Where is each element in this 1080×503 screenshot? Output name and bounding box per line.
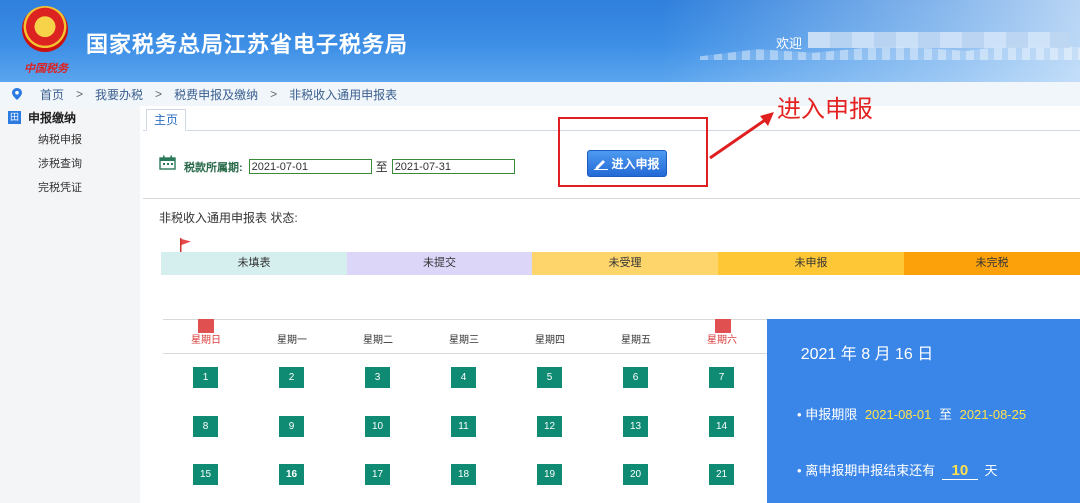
tax-emblem-icon xyxy=(22,6,68,52)
weekday-tuesday: 星期二 xyxy=(363,335,393,346)
calendar-day[interactable]: 6 xyxy=(623,367,648,388)
calendar-day[interactable]: 9 xyxy=(279,416,304,437)
sidebar-item-tax-certificate[interactable]: 完税凭证 xyxy=(0,176,140,200)
calendar-day[interactable]: 13 xyxy=(623,416,648,437)
deadline-end: 2021-08-25 xyxy=(959,407,1027,422)
weekday-saturday: 星期六 xyxy=(707,335,737,346)
remaining-days-row: • 离申报期申报结束还有 10 天 xyxy=(797,460,997,480)
calendar-day[interactable]: 7 xyxy=(709,367,734,388)
calendar-day[interactable]: 17 xyxy=(365,464,390,485)
calendar-day[interactable]: 18 xyxy=(451,464,476,485)
weekday-wednesday: 星期三 xyxy=(449,335,479,346)
breadcrumb-tax-tasks[interactable]: 我要办税 xyxy=(95,86,143,103)
annotation-label: 进入申报 xyxy=(777,95,873,123)
status-step-not-accepted: 未受理 xyxy=(532,252,718,275)
status-progress-bar: 未填表 未提交 未受理 未申报 未完税 xyxy=(161,252,1080,275)
breadcrumb-home[interactable]: 首页 xyxy=(40,86,64,103)
sidebar: 田 申报缴纳 纳税申报 涉税查询 完税凭证 xyxy=(0,106,140,503)
status-step-not-paid: 未完税 xyxy=(904,252,1080,275)
masked-username xyxy=(808,32,1070,48)
tax-period-label: 税款所属期: xyxy=(184,161,243,174)
remaining-days-value: 10 xyxy=(941,462,978,480)
weekday-sunday: 星期日 xyxy=(191,335,221,346)
site-title: 国家税务总局江苏省电子税务局 xyxy=(86,32,409,57)
status-step-label: 未完税 xyxy=(975,257,1009,269)
calendar-day[interactable]: 11 xyxy=(451,416,476,437)
site-header: 中国税务 国家税务总局江苏省电子税务局 欢迎 xyxy=(0,0,1080,82)
sidebar-item-tax-filing[interactable]: 纳税申报 xyxy=(0,128,140,152)
calendar-day-today[interactable]: 16 xyxy=(279,464,304,485)
breadcrumb-separator: > xyxy=(76,87,84,101)
calendar-day[interactable]: 12 xyxy=(537,416,562,437)
sidebar-section-label: 申报缴纳 xyxy=(28,110,77,125)
status-step-label: 未提交 xyxy=(423,257,456,269)
edit-icon xyxy=(594,159,609,170)
location-pin-icon xyxy=(12,88,22,100)
calendar-day[interactable]: 8 xyxy=(193,416,218,437)
bullet-icon: • xyxy=(797,407,802,422)
calendar-day[interactable]: 2 xyxy=(279,367,304,388)
breadcrumb-separator: > xyxy=(155,87,163,101)
calendar-day[interactable]: 1 xyxy=(193,367,218,388)
welcome-text: 欢迎 xyxy=(776,36,803,51)
status-step-label: 未申报 xyxy=(794,257,828,269)
calendar-day[interactable]: 21 xyxy=(709,464,734,485)
status-step-not-declared: 未申报 xyxy=(718,252,904,275)
calendar-day[interactable]: 4 xyxy=(451,367,476,388)
deadline-row: • 申报期限 2021-08-01 至 2021-08-25 xyxy=(797,404,1026,423)
section-icon: 田 xyxy=(8,110,21,124)
bullet-icon: • xyxy=(797,463,802,478)
section-divider xyxy=(143,198,1080,199)
breadcrumb-filing-payment[interactable]: 税费申报及缴纳 xyxy=(174,86,258,103)
calendar-day[interactable]: 15 xyxy=(193,464,218,485)
calendar-day[interactable]: 3 xyxy=(365,367,390,388)
status-step-label: 未受理 xyxy=(608,257,642,269)
calendar-day[interactable]: 19 xyxy=(537,464,562,485)
breadcrumb-current[interactable]: 非税收入通用申报表 xyxy=(289,86,397,103)
weekday-monday: 星期一 xyxy=(277,335,307,346)
calendar: 星期日 星期一 星期二 星期三 星期四 星期五 星期六 1 2 3 4 5 6 7 8 9 10 1… xyxy=(163,319,767,503)
deadline-start: 2021-08-01 xyxy=(864,407,932,422)
current-date: 2021 年 8 月 16 日 xyxy=(800,346,934,363)
breadcrumb: 首页 > 我要办税 > 税费申报及缴纳 > 非税收入通用申报表 xyxy=(0,82,1080,106)
enter-filing-label: 进入申报 xyxy=(611,157,660,171)
sidebar-section-header[interactable]: 田 申报缴纳 xyxy=(0,106,140,128)
calendar-header-border xyxy=(163,353,767,354)
status-step-not-submitted: 未提交 xyxy=(347,252,532,275)
enter-filing-button[interactable]: 进入申报 xyxy=(587,150,667,177)
weekday-thursday: 星期四 xyxy=(535,335,565,346)
breadcrumb-separator: > xyxy=(270,87,278,101)
emblem-caption: 中国税务 xyxy=(24,63,68,75)
period-end-input[interactable] xyxy=(391,159,515,174)
calendar-top-border xyxy=(163,319,767,320)
current-status-flag-icon xyxy=(180,238,191,252)
tax-period-row: 税款所属期: 至 xyxy=(159,150,515,175)
calendar-icon xyxy=(159,155,176,170)
tab-home[interactable]: 主页 xyxy=(146,109,186,131)
status-step-not-filled: 未填表 xyxy=(161,252,347,275)
remaining-suffix: 天 xyxy=(984,463,998,478)
deadline-label: 申报期限 xyxy=(805,407,858,422)
deadline-to: 至 xyxy=(938,407,952,422)
weekday-friday: 星期五 xyxy=(621,335,651,346)
calendar-day[interactable]: 14 xyxy=(709,416,734,437)
remaining-prefix: 离申报期申报结束还有 xyxy=(805,463,936,478)
calendar-day[interactable]: 10 xyxy=(365,416,390,437)
calendar-day[interactable]: 20 xyxy=(623,464,648,485)
period-start-input[interactable] xyxy=(248,159,372,174)
status-title: 非税收入通用申报表 状态: xyxy=(159,211,298,225)
sidebar-item-tax-query[interactable]: 涉税查询 xyxy=(0,152,140,176)
filing-info-panel: 2021 年 8 月 16 日 • 申报期限 2021-08-01 至 2021… xyxy=(767,319,1080,503)
calendar-day[interactable]: 5 xyxy=(537,367,562,388)
period-to-label: 至 xyxy=(375,160,388,174)
status-step-label: 未填表 xyxy=(237,257,271,269)
